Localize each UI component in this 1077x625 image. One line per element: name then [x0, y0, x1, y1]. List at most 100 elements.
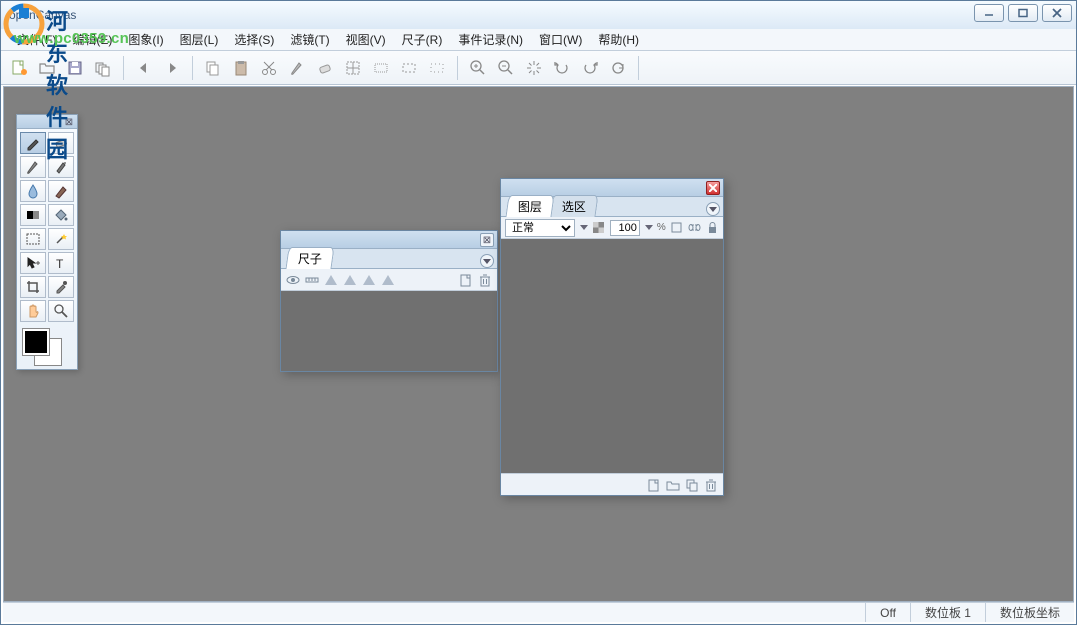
select-solid-button[interactable]	[369, 56, 393, 80]
brush-tool[interactable]	[20, 156, 46, 178]
tool-palette-titlebar[interactable]: ⊠	[17, 115, 77, 129]
zoom-in-button[interactable]	[466, 56, 490, 80]
cut-button[interactable]	[257, 56, 281, 80]
tool-grid: T	[17, 129, 77, 325]
ruler-new-icon[interactable]	[458, 272, 474, 288]
main-toolbar	[1, 51, 1076, 85]
ruler-warn1-icon[interactable]	[323, 272, 339, 288]
menu-image[interactable]: 图象(I)	[120, 28, 171, 51]
zoom-out-button[interactable]	[494, 56, 518, 80]
crop-button[interactable]	[341, 56, 365, 80]
ruler-collapse-icon[interactable]	[480, 254, 494, 268]
refresh-button[interactable]	[606, 56, 630, 80]
finger-tool[interactable]	[48, 180, 74, 202]
toolbar-separator	[457, 56, 458, 80]
layers-tabs: 图层 选区	[501, 197, 723, 217]
opacity-value[interactable]: 100	[610, 220, 640, 236]
maximize-button[interactable]	[1008, 4, 1038, 22]
save-file-button[interactable]	[63, 56, 87, 80]
hand-tool[interactable]	[20, 300, 46, 322]
undo-button[interactable]	[550, 56, 574, 80]
ruler-tabs: 尺子	[281, 249, 497, 269]
ruler-eye-icon[interactable]	[285, 272, 301, 288]
color-swatches	[17, 325, 77, 369]
tool-palette[interactable]: ⊠ T	[16, 114, 78, 370]
link-layers-icon[interactable]	[687, 220, 701, 236]
open-file-button[interactable]	[35, 56, 59, 80]
redo-button[interactable]	[578, 56, 602, 80]
ruler-toolbar	[281, 269, 497, 291]
blur-tool[interactable]	[20, 180, 46, 202]
layers-bottom-toolbar	[501, 473, 723, 495]
ruler-panel-body	[281, 291, 497, 371]
eraser-button[interactable]	[313, 56, 337, 80]
ruler-panel-close-icon[interactable]: ⊠	[480, 233, 494, 247]
delete-layer-icon[interactable]	[703, 477, 719, 493]
text-tool[interactable]: T	[48, 252, 74, 274]
layers-collapse-icon[interactable]	[706, 202, 720, 216]
menu-file[interactable]: 文件(F)	[9, 28, 64, 51]
layers-control-row: 正常 100 %	[501, 217, 723, 239]
titlebar[interactable]: openCanvas	[1, 1, 1076, 29]
menu-layer[interactable]: 图层(L)	[172, 28, 227, 51]
minimize-button[interactable]	[974, 4, 1004, 22]
navigator-button[interactable]	[522, 56, 546, 80]
menu-ruler[interactable]: 尺子(R)	[394, 28, 451, 51]
eyedropper-tool[interactable]	[48, 276, 74, 298]
toolbar-separator	[638, 56, 639, 80]
close-button[interactable]	[1042, 4, 1072, 22]
next-button[interactable]	[160, 56, 184, 80]
tool-palette-close-icon[interactable]: ⊠	[63, 116, 75, 128]
svg-text:T: T	[56, 257, 64, 271]
ruler-warn4-icon[interactable]	[380, 272, 396, 288]
blend-dropdown-icon[interactable]	[580, 225, 588, 230]
window-controls	[974, 4, 1072, 22]
zoom-tool[interactable]	[48, 300, 74, 322]
prev-button[interactable]	[132, 56, 156, 80]
menu-select[interactable]: 选择(S)	[226, 28, 282, 51]
airbrush-tool[interactable]	[48, 156, 74, 178]
lock-layer-icon[interactable]	[705, 220, 719, 236]
copy-button[interactable]	[201, 56, 225, 80]
layers-tab-select[interactable]: 选区	[549, 195, 598, 217]
eraser-tool[interactable]	[48, 132, 74, 154]
ruler-trash-icon[interactable]	[477, 272, 493, 288]
opacity-thumb-icon[interactable]	[592, 220, 606, 236]
menu-view[interactable]: 视图(V)	[338, 28, 394, 51]
layers-panel-close-icon[interactable]	[706, 181, 720, 195]
brush-button[interactable]	[285, 56, 309, 80]
ruler-measure-icon[interactable]	[304, 272, 320, 288]
pencil-tool[interactable]	[20, 132, 46, 154]
marquee-tool[interactable]	[20, 228, 46, 250]
crop-tool[interactable]	[20, 276, 46, 298]
wand-tool[interactable]	[48, 228, 74, 250]
layers-panel-body	[501, 239, 723, 473]
new-folder-icon[interactable]	[665, 477, 681, 493]
menu-event[interactable]: 事件记录(N)	[450, 28, 531, 51]
ruler-warn3-icon[interactable]	[361, 272, 377, 288]
ruler-warn2-icon[interactable]	[342, 272, 358, 288]
duplicate-layer-icon[interactable]	[684, 477, 700, 493]
menu-help[interactable]: 帮助(H)	[590, 28, 647, 51]
paste-button[interactable]	[229, 56, 253, 80]
history-button[interactable]	[91, 56, 115, 80]
new-layer-icon[interactable]	[646, 477, 662, 493]
menu-window[interactable]: 窗口(W)	[531, 28, 590, 51]
layers-tab-layer[interactable]: 图层	[505, 195, 554, 217]
clip-icon[interactable]	[670, 220, 684, 236]
bucket-tool[interactable]	[48, 204, 74, 226]
move-tool[interactable]	[20, 252, 46, 274]
ruler-panel[interactable]: ⊠ 尺子	[280, 230, 498, 372]
ruler-tab[interactable]: 尺子	[285, 247, 334, 269]
layers-panel[interactable]: 图层 选区 正常 100 %	[500, 178, 724, 496]
menu-edit[interactable]: 编辑(E)	[64, 28, 120, 51]
foreground-color-swatch[interactable]	[23, 329, 49, 355]
toolbar-separator	[192, 56, 193, 80]
opacity-dropdown-icon[interactable]	[645, 225, 653, 230]
select-dot-button[interactable]	[425, 56, 449, 80]
new-file-button[interactable]	[7, 56, 31, 80]
gradient-tool[interactable]	[20, 204, 46, 226]
blend-mode-select[interactable]: 正常	[505, 219, 575, 237]
select-dash-button[interactable]	[397, 56, 421, 80]
menu-filter[interactable]: 滤镜(T)	[282, 28, 337, 51]
